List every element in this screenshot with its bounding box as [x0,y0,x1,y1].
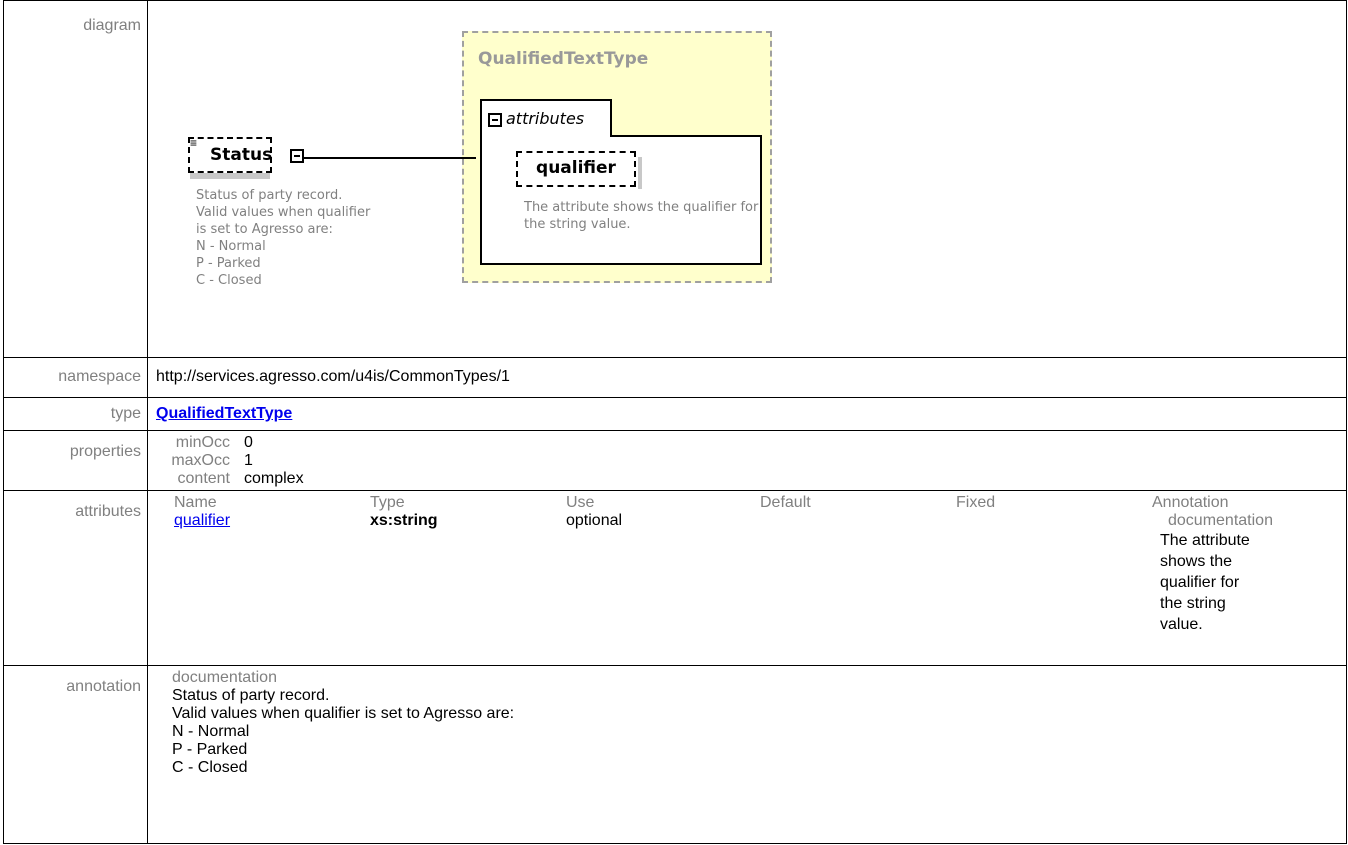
diagram-cell: QualifiedTextType attributes qualifier T… [147,0,1347,358]
property-value: 0 [244,434,253,451]
attributes-tab: attributes [480,99,612,137]
element-shadow [190,173,270,179]
element-doc-table: diagram QualifiedTextType attributes qua… [3,0,1347,844]
column-header: Type [370,494,405,511]
diagram-label: diagram [3,0,148,358]
attribute-type: xs:string [370,512,438,529]
annotation-doc-text: Status of party record. Valid values whe… [172,687,515,776]
namespace-label: namespace [3,357,148,398]
attributes-tab-label: attributes [506,109,585,128]
attribute-qualifier-box[interactable]: qualifier [516,151,636,187]
attribute-use: optional [566,512,623,529]
attributes-group: qualifier The attribute shows the qualif… [480,135,762,265]
element-status-box[interactable]: Status [188,137,272,173]
attribute-shadow [638,157,642,189]
connector-line [304,157,476,159]
content-model-icon: ≡ [190,136,198,150]
property-key: maxOcc [171,452,230,469]
complex-type-box: QualifiedTextType attributes qualifier T… [462,31,772,283]
attribute-doc: The attribute shows the qualifier for th… [524,200,759,232]
attribute-name-link[interactable]: qualifier [174,512,230,530]
attribute-annotation-label: documentation [1168,512,1273,529]
attributes-label: attributes [3,490,148,666]
schema-diagram: QualifiedTextType attributes qualifier T… [156,7,856,345]
type-link[interactable]: QualifiedTextType [156,405,292,422]
attribute-annotation-text: The attribute shows the qualifier for th… [1160,532,1250,633]
annotation-label: annotation [3,665,148,844]
properties-list: minOcc 0 maxOcc 1 content complex [156,434,1346,488]
property-key: content [177,470,230,487]
property-value: complex [244,470,304,487]
complex-type-title: QualifiedTextType [478,49,649,69]
attributes-table: Name Type Use Default Fixed Annotation q… [156,494,1346,658]
properties-label: properties [3,430,148,491]
collapse-icon[interactable] [488,113,502,127]
type-label: type [3,397,148,431]
column-header: Annotation [1152,494,1229,511]
element-doc: Status of party record. Valid values whe… [196,188,371,288]
collapse-icon[interactable] [290,149,304,163]
column-header: Use [566,494,595,511]
column-header: Default [760,494,811,511]
column-header: Fixed [956,494,996,511]
property-value: 1 [244,452,253,469]
annotation-doc-label: documentation [172,669,277,686]
property-key: minOcc [175,434,230,451]
namespace-value: http://services.agresso.com/u4is/CommonT… [147,357,1347,398]
column-header: Name [174,494,217,511]
